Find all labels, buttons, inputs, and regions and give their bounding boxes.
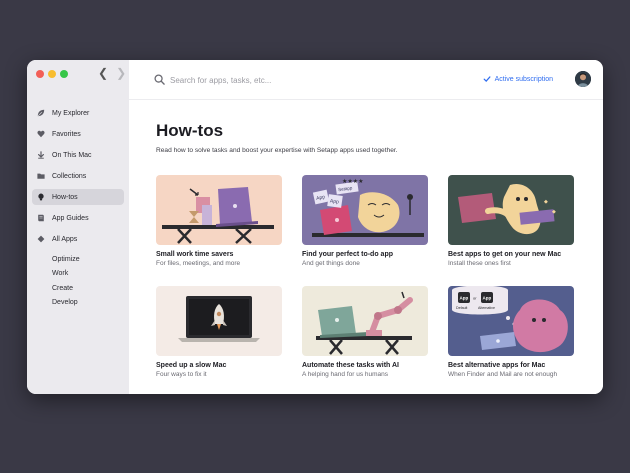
card-illustration: App or App Default Alternative	[448, 286, 574, 356]
card-title: Best alternative apps for Mac	[448, 362, 546, 369]
sidebar-item-label: Favorites	[52, 130, 81, 138]
sidebar-item-label: All Apps	[52, 235, 78, 243]
card-illustration: ◆ ◆	[448, 175, 574, 245]
card-subtitle: When Finder and Mail are not enough	[448, 371, 558, 378]
close-window-button[interactable]	[36, 70, 44, 78]
lightbulb-icon	[36, 192, 46, 202]
illustration-label: App	[329, 198, 339, 205]
svg-text:★★★★: ★★★★	[342, 178, 364, 185]
card-subtitle: For files, meetings, and more	[156, 260, 241, 267]
howto-card-speed-up-mac[interactable]: Speed up a slow Mac Four ways to fix it	[156, 286, 282, 394]
heart-icon	[36, 129, 46, 139]
card-subtitle: Install these ones first	[448, 260, 511, 267]
zoom-window-button[interactable]	[60, 70, 68, 78]
top-bar: Active subscription	[129, 60, 603, 100]
sidebar-item-app-guides[interactable]: App Guides	[32, 210, 124, 226]
subscription-status[interactable]: Active subscription	[483, 75, 553, 83]
folder-icon	[36, 171, 46, 181]
sidebar-item-label: App Guides	[52, 214, 89, 222]
alternative-apps-illustration: App or App Default Alternative	[448, 286, 574, 356]
card-subtitle: And get things done	[302, 260, 360, 267]
howto-card-todo-app[interactable]: App App Setapp ★★★★ Find your perfect to…	[302, 175, 428, 286]
sidebar-item-how-tos[interactable]: How-tos	[32, 189, 124, 205]
user-avatar-icon	[575, 71, 591, 87]
sidebar-item-label: Collections	[52, 172, 87, 180]
card-illustration	[156, 175, 282, 245]
sidebar-menu: My Explorer Favorites On This Mac Collec…	[32, 105, 124, 310]
download-arrow-icon	[36, 150, 46, 160]
window-controls	[36, 70, 68, 78]
book-icon	[36, 213, 46, 223]
robot-arm-illustration	[302, 286, 428, 356]
card-subtitle: A helping hand for us humans	[302, 371, 389, 378]
sidebar-item-my-explorer[interactable]: My Explorer	[32, 105, 124, 121]
search-icon	[154, 74, 165, 85]
avatar[interactable]	[575, 71, 591, 87]
history-navigation: ❮ ❯	[98, 67, 126, 79]
howto-card-new-mac-apps[interactable]: ◆ ◆ Best apps to get on your new Mac Ins…	[448, 175, 574, 286]
sidebar-item-label: How-tos	[52, 193, 78, 201]
sidebar-item-label: My Explorer	[52, 109, 90, 117]
search-input[interactable]	[170, 73, 420, 87]
sidebar-subitem-optimize[interactable]: Optimize	[32, 252, 124, 267]
sidebar-item-favorites[interactable]: Favorites	[32, 126, 124, 142]
diamond-icon	[36, 234, 46, 244]
card-title: Find your perfect to-do app	[302, 251, 393, 258]
sidebar-item-all-apps[interactable]: All Apps	[32, 231, 124, 247]
subscription-label: Active subscription	[494, 75, 553, 83]
card-title: Speed up a slow Mac	[156, 362, 227, 369]
howto-card-automate-ai[interactable]: Automate these tasks with AI A helping h…	[302, 286, 428, 394]
sidebar: ❮ ❯ My Explorer Favorites On This Mac Co…	[27, 60, 129, 394]
page-description: Read how to solve tasks and boost your e…	[156, 147, 398, 154]
leaf-icon	[36, 108, 46, 118]
main-content: Active subscription How-tos Read how to …	[129, 60, 603, 394]
howto-card-grid: Small work time savers For files, meetin…	[156, 175, 574, 394]
sidebar-subitem-develop[interactable]: Develop	[32, 296, 124, 311]
card-title: Small work time savers	[156, 251, 234, 258]
svg-text:◆: ◆	[544, 199, 548, 205]
illustration-label: Default	[456, 306, 467, 310]
checkmark-icon	[483, 76, 491, 82]
sidebar-item-label: On This Mac	[52, 151, 92, 159]
minimize-window-button[interactable]	[48, 70, 56, 78]
back-arrow-icon[interactable]: ❮	[98, 67, 108, 79]
rocket-laptop-illustration	[156, 286, 282, 356]
new-mac-illustration: ◆ ◆	[448, 175, 574, 245]
card-title: Best apps to get on your new Mac	[448, 251, 562, 258]
sidebar-item-on-this-mac[interactable]: On This Mac	[32, 147, 124, 163]
laptop-desk-illustration	[156, 175, 282, 245]
page-title: How-tos	[156, 121, 224, 140]
forward-arrow-icon[interactable]: ❯	[116, 67, 126, 79]
sidebar-subitem-work[interactable]: Work	[32, 267, 124, 282]
todo-app-illustration: App App Setapp ★★★★	[302, 175, 428, 245]
app-window: ❮ ❯ My Explorer Favorites On This Mac Co…	[27, 60, 603, 394]
sidebar-item-collections[interactable]: Collections	[32, 168, 124, 184]
howto-card-alternative-apps[interactable]: App or App Default Alternative Best alte…	[448, 286, 574, 394]
card-title: Automate these tasks with AI	[302, 362, 399, 369]
card-illustration	[156, 286, 282, 356]
card-subtitle: Four ways to fix it	[156, 371, 207, 378]
howto-card-work-time-savers[interactable]: Small work time savers For files, meetin…	[156, 175, 282, 286]
sidebar-subitem-create[interactable]: Create	[32, 281, 124, 296]
svg-text:◆: ◆	[552, 209, 556, 215]
illustration-label: App	[483, 296, 492, 301]
card-illustration: App App Setapp ★★★★	[302, 175, 428, 245]
illustration-label: Alternative	[478, 306, 495, 310]
card-illustration	[302, 286, 428, 356]
illustration-label: App	[460, 296, 469, 301]
